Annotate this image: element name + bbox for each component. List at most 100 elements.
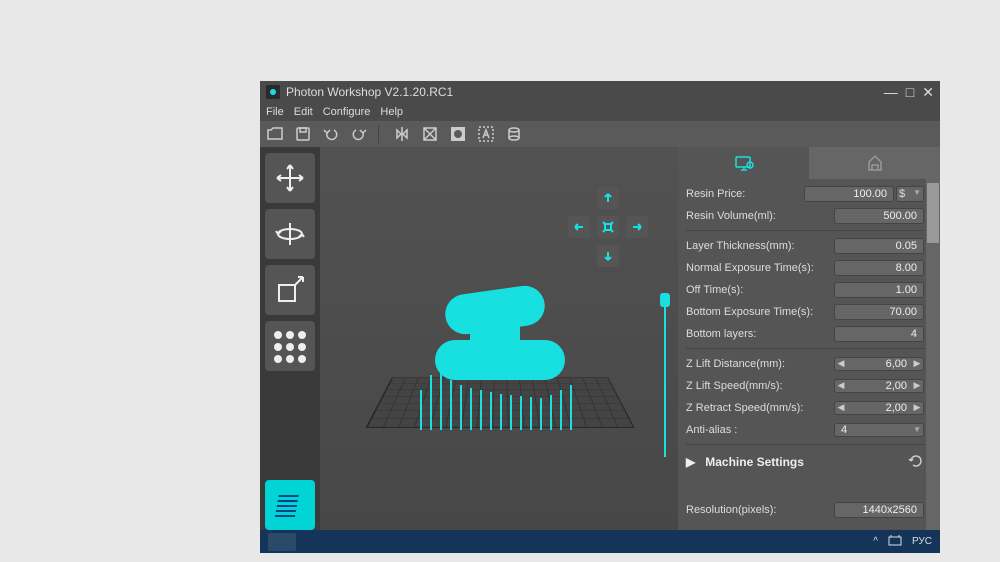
input-resolution[interactable]: 1440x2560 xyxy=(834,502,924,518)
label-resin-price: Resin Price: xyxy=(686,188,804,200)
spin-up-icon[interactable]: ▶ xyxy=(911,380,923,391)
taskbar-app-icon[interactable] xyxy=(268,533,296,551)
nav-down-icon[interactable] xyxy=(597,245,619,267)
slice-tool[interactable] xyxy=(265,480,315,530)
viewport-3d[interactable] xyxy=(320,147,678,530)
tab-print-settings[interactable] xyxy=(678,147,809,179)
menu-help[interactable]: Help xyxy=(380,106,403,118)
titlebar: Photon Workshop V2.1.20.RC1 — □ ✕ xyxy=(260,81,940,103)
panel-body: Resin Price: 100.00 $▼ Resin Volume(ml):… xyxy=(678,179,940,530)
open-icon[interactable] xyxy=(266,125,284,143)
scrollbar-track[interactable] xyxy=(926,179,940,530)
maximize-button[interactable]: □ xyxy=(906,84,914,100)
spin-down-icon[interactable]: ◀ xyxy=(835,358,847,369)
tray-keyboard-icon[interactable] xyxy=(888,534,902,549)
section-machine-settings[interactable]: ▶ Machine Settings xyxy=(686,449,924,475)
menu-file[interactable]: File xyxy=(266,106,284,118)
input-resin-volume[interactable]: 500.00 xyxy=(834,208,924,224)
scale-tool[interactable] xyxy=(265,265,315,315)
label-off-time: Off Time(s): xyxy=(686,284,834,296)
input-normal-exposure[interactable]: 8.00 xyxy=(834,260,924,276)
row-off-time: Off Time(s): 1.00 xyxy=(686,279,924,300)
input-resin-price[interactable]: 100.00 xyxy=(804,186,894,202)
spin-up-icon[interactable]: ▶ xyxy=(911,402,923,413)
row-anti-alias: Anti-alias : 4▼ xyxy=(686,419,924,440)
row-resin-volume: Resin Volume(ml): 500.00 xyxy=(686,205,924,226)
row-normal-exposure: Normal Exposure Time(s): 8.00 xyxy=(686,257,924,278)
rotate-tool[interactable] xyxy=(265,209,315,259)
input-z-lift-speed[interactable]: ◀2,00▶ xyxy=(834,379,924,393)
refresh-icon[interactable] xyxy=(908,453,924,472)
arrange-tool[interactable] xyxy=(265,321,315,371)
label-resolution: Resolution(pixels): xyxy=(686,504,834,516)
label-bottom-layers: Bottom layers: xyxy=(686,328,834,340)
toolbar xyxy=(260,121,940,147)
tray-language[interactable]: РУС xyxy=(912,536,932,547)
panel-tabs xyxy=(678,147,940,179)
row-z-lift-dist: Z Lift Distance(mm): ◀6,00▶ xyxy=(686,353,924,374)
cylinder-icon[interactable] xyxy=(505,125,523,143)
nav-home-icon[interactable] xyxy=(597,216,619,238)
menu-configure[interactable]: Configure xyxy=(323,106,371,118)
menubar: File Edit Configure Help xyxy=(260,103,940,121)
view-navigator xyxy=(568,187,648,267)
window-title: Photon Workshop V2.1.20.RC1 xyxy=(286,85,876,99)
row-layer-thickness: Layer Thickness(mm): 0.05 xyxy=(686,235,924,256)
nav-right-icon[interactable] xyxy=(626,216,648,238)
row-z-retract-speed: Z Retract Speed(mm/s): ◀2,00▶ xyxy=(686,397,924,418)
input-bottom-exposure[interactable]: 70.00 xyxy=(834,304,924,320)
row-z-lift-speed: Z Lift Speed(mm/s): ◀2,00▶ xyxy=(686,375,924,396)
app-icon xyxy=(266,85,280,99)
spin-down-icon[interactable]: ◀ xyxy=(835,380,847,391)
spin-down-icon[interactable]: ◀ xyxy=(835,402,847,413)
input-off-time[interactable]: 1.00 xyxy=(834,282,924,298)
close-button[interactable]: ✕ xyxy=(922,84,934,101)
save-icon[interactable] xyxy=(294,125,312,143)
nav-up-icon[interactable] xyxy=(597,187,619,209)
label-layer-thickness: Layer Thickness(mm): xyxy=(686,240,834,252)
nav-left-icon[interactable] xyxy=(568,216,590,238)
layer-slider[interactable] xyxy=(660,297,670,457)
label-resin-volume: Resin Volume(ml): xyxy=(686,210,834,222)
settings-panel: Resin Price: 100.00 $▼ Resin Volume(ml):… xyxy=(678,147,940,530)
scrollbar-thumb[interactable] xyxy=(927,183,939,243)
system-tray: ^ РУС xyxy=(873,534,932,549)
undo-icon[interactable] xyxy=(322,125,340,143)
input-bottom-layers[interactable]: 4 xyxy=(834,326,924,342)
expand-icon: ▶ xyxy=(686,455,695,469)
input-z-retract-speed[interactable]: ◀2,00▶ xyxy=(834,401,924,415)
input-layer-thickness[interactable]: 0.05 xyxy=(834,238,924,254)
minimize-button[interactable]: — xyxy=(884,84,898,100)
mirror-icon[interactable] xyxy=(393,125,411,143)
content-area: Resin Price: 100.00 $▼ Resin Volume(ml):… xyxy=(260,147,940,530)
tab-supports[interactable] xyxy=(809,147,940,179)
input-z-lift-dist[interactable]: ◀6,00▶ xyxy=(834,357,924,371)
currency-select[interactable]: $▼ xyxy=(896,186,924,202)
layer-slider-thumb[interactable] xyxy=(660,293,670,307)
redo-icon[interactable] xyxy=(350,125,368,143)
text-icon[interactable] xyxy=(477,125,495,143)
label-z-lift-speed: Z Lift Speed(mm/s): xyxy=(686,380,834,392)
hollow-icon[interactable] xyxy=(421,125,439,143)
app-window: Photon Workshop V2.1.20.RC1 — □ ✕ File E… xyxy=(260,81,940,530)
label-z-retract-speed: Z Retract Speed(mm/s): xyxy=(686,402,834,414)
toolbar-divider xyxy=(378,125,379,143)
model-preview xyxy=(415,280,585,400)
row-bottom-exposure: Bottom Exposure Time(s): 70.00 xyxy=(686,301,924,322)
label-bottom-exposure: Bottom Exposure Time(s): xyxy=(686,306,834,318)
section-title: Machine Settings xyxy=(705,455,804,469)
select-anti-alias[interactable]: 4▼ xyxy=(834,423,924,437)
hole-icon[interactable] xyxy=(449,125,467,143)
label-anti-alias: Anti-alias : xyxy=(686,424,834,436)
spin-up-icon[interactable]: ▶ xyxy=(911,358,923,369)
row-resin-price: Resin Price: 100.00 $▼ xyxy=(686,183,924,204)
menu-edit[interactable]: Edit xyxy=(294,106,313,118)
row-bottom-layers: Bottom layers: 4 xyxy=(686,323,924,344)
label-normal-exposure: Normal Exposure Time(s): xyxy=(686,262,834,274)
left-toolbar xyxy=(260,147,320,530)
label-z-lift-dist: Z Lift Distance(mm): xyxy=(686,358,834,370)
tray-chevron-icon[interactable]: ^ xyxy=(873,536,878,547)
row-resolution: Resolution(pixels): 1440x2560 xyxy=(686,499,924,520)
move-tool[interactable] xyxy=(265,153,315,203)
taskbar: ^ РУС xyxy=(260,530,940,553)
